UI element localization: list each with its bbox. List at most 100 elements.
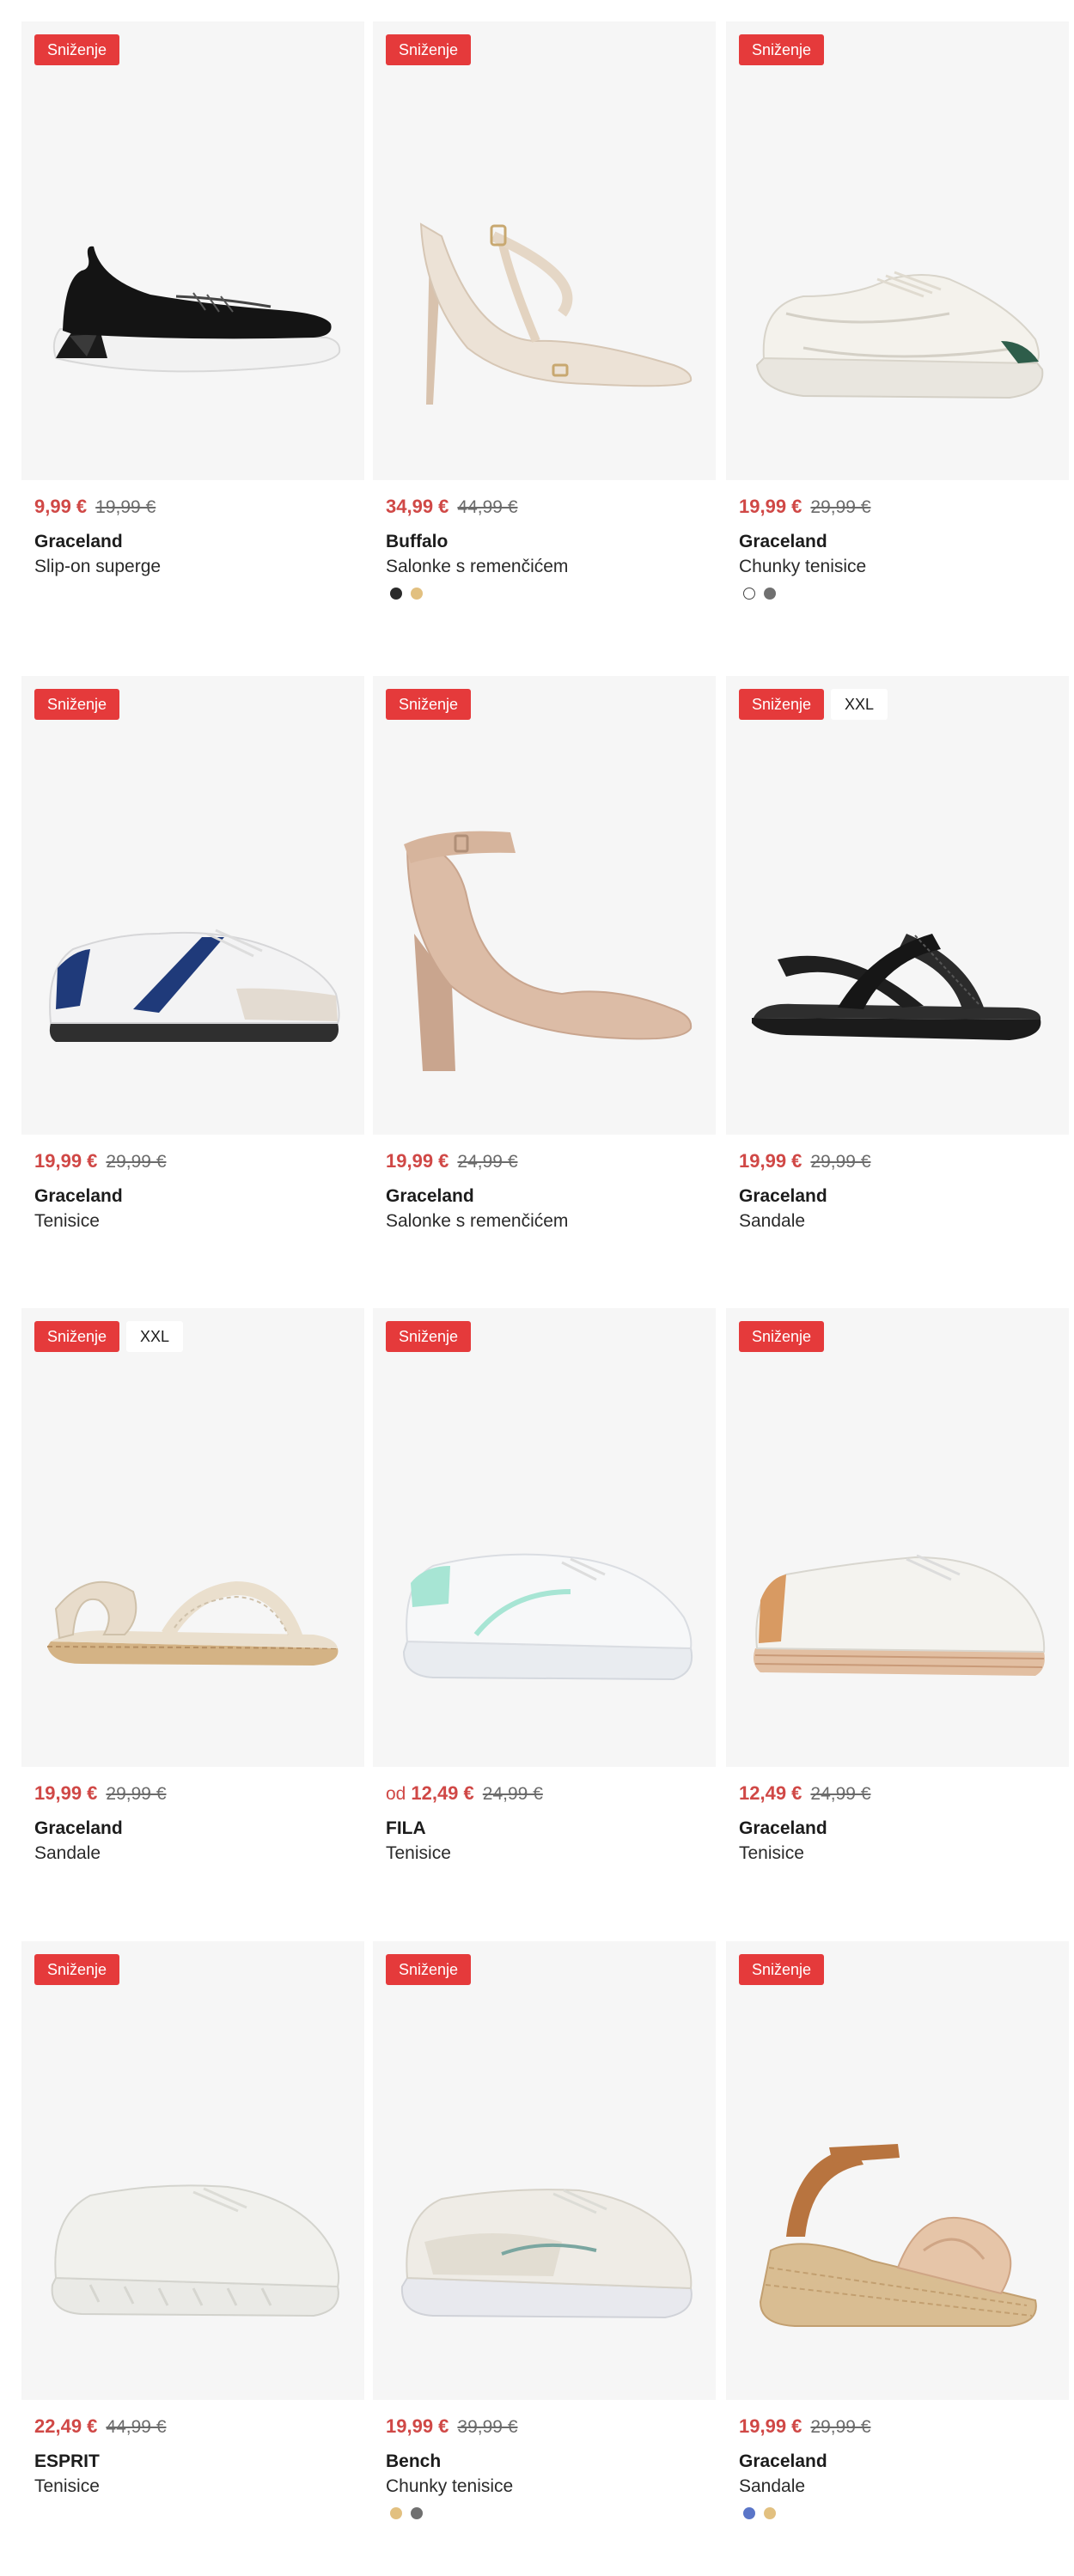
original-price: 24,99 €	[482, 1784, 543, 1804]
product-name[interactable]: Salonke s remenčićem	[386, 555, 716, 579]
badge-group: Sniženje XXL	[34, 1321, 184, 1352]
product-brand[interactable]: Graceland	[739, 1184, 1069, 1209]
product-name[interactable]: Chunky tenisice	[739, 555, 1069, 579]
sale-price: 12,49 €	[411, 1782, 474, 1804]
product-brand[interactable]: FILA	[386, 1817, 716, 1841]
price-row: 19,99 € 39,99 €	[386, 2415, 716, 2439]
color-swatch[interactable]	[743, 2507, 755, 2519]
sale-badge: Sniženje	[34, 689, 120, 720]
product-image[interactable]: Sniženje XXL	[21, 1308, 364, 1767]
product-card[interactable]: Sniženje 9,99 € 19,99 € Graceland Slip-on su…	[21, 21, 364, 579]
product-name[interactable]: Tenisice	[739, 1842, 1069, 1866]
badge-group: Sniženje	[34, 1954, 120, 1985]
original-price: 24,99 €	[810, 1784, 871, 1804]
size-badge: XXL	[831, 689, 888, 720]
sale-price: 19,99 €	[739, 496, 802, 517]
product-brand[interactable]: Graceland	[34, 1817, 364, 1841]
product-card[interactable]: Sniženje XXL 19,99 € 29,99 € Graceland Sandal…	[726, 676, 1069, 1233]
color-swatch[interactable]	[764, 2507, 776, 2519]
color-swatch[interactable]	[743, 588, 755, 600]
sale-price: 12,49 €	[739, 1782, 802, 1804]
product-image[interactable]: Sniženje	[373, 1308, 716, 1767]
original-price: 24,99 €	[457, 1152, 518, 1172]
product-name[interactable]: Tenisice	[34, 1209, 364, 1233]
product-card[interactable]: Sniženje 19,99 € 39,99 € Bench Chunky tenisi…	[373, 1941, 716, 2519]
product-image[interactable]: Sniženje	[21, 676, 364, 1135]
product-card[interactable]: Sniženje 19,99 € 29,99 € Graceland Tenisice	[21, 676, 364, 1233]
product-card[interactable]: Sniženje 19,99 € 29,99 € Graceland Chunky te…	[726, 21, 1069, 600]
product-name[interactable]: Chunky tenisice	[386, 2475, 716, 2499]
badge-group: Sniženje	[386, 34, 472, 65]
color-swatch[interactable]	[411, 2507, 423, 2519]
product-image[interactable]: Sniženje	[373, 1941, 716, 2400]
product-brand[interactable]: Graceland	[739, 2450, 1069, 2474]
color-swatches	[743, 2507, 1069, 2519]
product-name[interactable]: Salonke s remenčićem	[386, 1209, 716, 1233]
product-image[interactable]: Sniženje	[726, 1941, 1069, 2400]
product-name[interactable]: Sandale	[739, 1209, 1069, 1233]
shoe-image-icon	[752, 934, 1041, 1040]
color-swatches	[390, 588, 716, 600]
color-swatches	[743, 588, 1069, 600]
sale-badge: Sniženje	[739, 689, 825, 720]
sale-price: 34,99 €	[386, 496, 449, 517]
product-brand[interactable]: Graceland	[386, 1184, 716, 1209]
product-brand[interactable]: Buffalo	[386, 530, 716, 554]
product-image[interactable]: Sniženje	[726, 1308, 1069, 1767]
product-name[interactable]: Tenisice	[34, 2475, 364, 2499]
product-brand[interactable]: Graceland	[739, 1817, 1069, 1841]
badge-group: Sniženje	[739, 34, 825, 65]
color-swatch[interactable]	[390, 588, 402, 600]
badge-group: Sniženje	[739, 1321, 825, 1352]
original-price: 29,99 €	[106, 1152, 167, 1172]
product-card[interactable]: Sniženje 19,99 € 24,99 € Graceland Salonke s…	[373, 676, 716, 1233]
product-image[interactable]: Sniženje	[726, 21, 1069, 480]
price-row: 19,99 € 29,99 €	[739, 2415, 1069, 2439]
badge-group: Sniženje	[739, 1954, 825, 1985]
sale-price: 19,99 €	[739, 1150, 802, 1172]
sale-badge: Sniženje	[34, 1954, 120, 1985]
shoe-image-icon	[404, 831, 693, 1071]
shoe-image-icon	[419, 222, 693, 405]
product-card[interactable]: Sniženje XXL 19,99 € 29,99 € Graceland Sandal…	[21, 1308, 364, 1866]
product-image[interactable]: Sniženje	[373, 676, 716, 1135]
color-swatch[interactable]	[411, 588, 423, 600]
price-row: 12,49 € 24,99 €	[739, 1782, 1069, 1806]
product-brand[interactable]: Graceland	[34, 530, 364, 554]
price-prefix: od	[386, 1784, 406, 1804]
sale-badge: Sniženje	[386, 1321, 472, 1352]
product-card[interactable]: Sniženje 19,99 € 29,99 € Graceland Sandale	[726, 1941, 1069, 2519]
product-name[interactable]: Sandale	[34, 1842, 364, 1866]
product-card[interactable]: Sniženje 34,99 € 44,99 € Buffalo Salonke s r…	[373, 21, 716, 600]
size-badge: XXL	[126, 1321, 184, 1352]
product-image[interactable]: Sniženje XXL	[726, 676, 1069, 1135]
sale-price: 22,49 €	[34, 2415, 98, 2437]
product-brand[interactable]: Graceland	[739, 530, 1069, 554]
product-card[interactable]: Sniženje od 12,49 € 24,99 € FILA Tenisice	[373, 1308, 716, 1866]
shoe-image-icon	[51, 2184, 340, 2317]
price-row: 19,99 € 29,99 €	[34, 1150, 364, 1174]
original-price: 39,99 €	[457, 2417, 518, 2437]
sale-badge: Sniženje	[34, 1321, 120, 1352]
original-price: 29,99 €	[810, 497, 871, 517]
color-swatch[interactable]	[764, 588, 776, 600]
price-row: od 12,49 € 24,99 €	[386, 1782, 716, 1806]
product-image[interactable]: Sniženje	[21, 1941, 364, 2400]
original-price: 44,99 €	[457, 497, 518, 517]
shoe-image-icon	[759, 2144, 1037, 2327]
product-name[interactable]: Sandale	[739, 2475, 1069, 2499]
product-brand[interactable]: Graceland	[34, 1184, 364, 1209]
product-card[interactable]: Sniženje 12,49 € 24,99 € Graceland Tenisice	[726, 1308, 1069, 1866]
product-image[interactable]: Sniženje	[21, 21, 364, 480]
sale-price: 9,99 €	[34, 496, 88, 517]
product-brand[interactable]: Bench	[386, 2450, 716, 2474]
product-card[interactable]: Sniženje 22,49 € 44,99 € ESPRIT Tenisice	[21, 1941, 364, 2499]
product-brand[interactable]: ESPRIT	[34, 2450, 364, 2474]
sale-price: 19,99 €	[386, 2415, 449, 2437]
product-name[interactable]: Slip-on superge	[34, 555, 364, 579]
sale-badge: Sniženje	[386, 34, 472, 65]
color-swatch[interactable]	[390, 2507, 402, 2519]
product-name[interactable]: Tenisice	[386, 1842, 716, 1866]
product-image[interactable]: Sniženje	[373, 21, 716, 480]
sale-price: 19,99 €	[739, 2415, 802, 2437]
